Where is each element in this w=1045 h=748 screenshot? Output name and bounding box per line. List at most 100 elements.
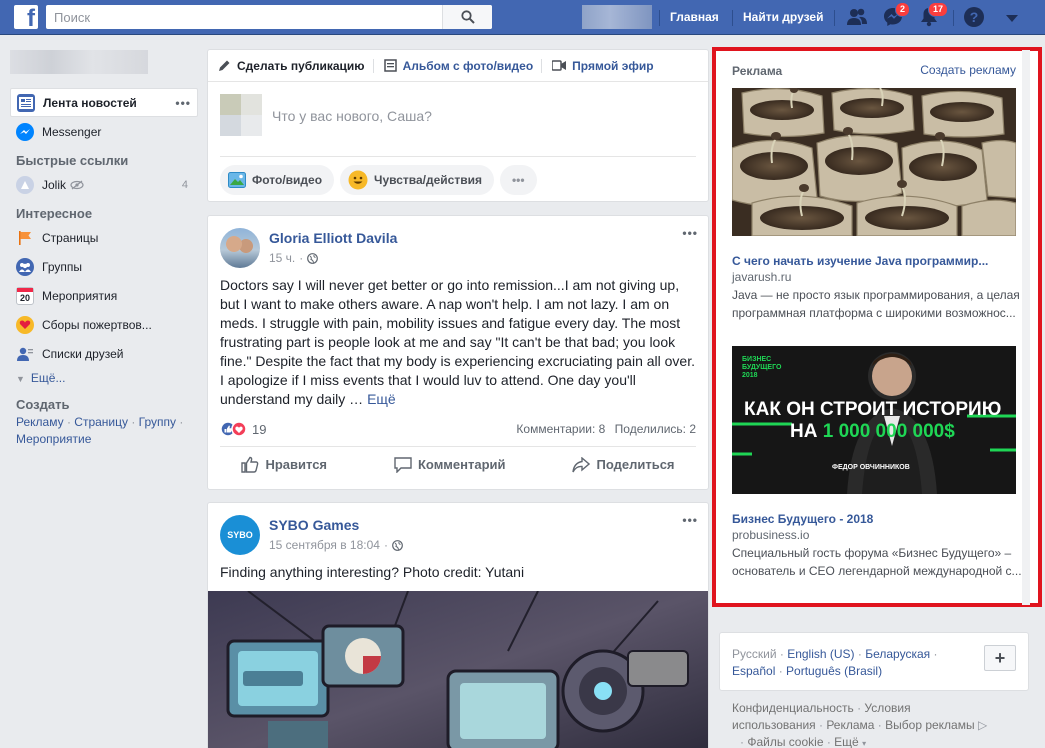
comments-count[interactable]: Комментарии: 8 [516, 422, 605, 436]
nav-separator [953, 10, 954, 26]
user-name-blurred[interactable] [10, 50, 148, 74]
more-composer-options-button[interactable]: ••• [499, 165, 537, 195]
post-options-icon[interactable]: ••• [682, 513, 698, 527]
language-link[interactable]: English (US) [787, 647, 854, 661]
language-link[interactable]: Беларуская [865, 647, 930, 661]
post-author-name[interactable]: SYBO Games [269, 517, 359, 533]
tab-photo-album[interactable]: Альбом с фото/видео [383, 59, 533, 73]
shares-count[interactable]: Поделились: 2 [615, 422, 696, 436]
friend-requests-icon[interactable] [846, 6, 868, 28]
banner-person-name: ФЕДОР ОВЧИННИКОВ [832, 464, 910, 471]
add-language-button[interactable]: + [984, 645, 1016, 671]
ad-image-business-banner[interactable]: БИЗНЕС БУДУЩЕГО 2018 КАК ОН СТРОИТ ИСТОР… [732, 346, 1016, 494]
create-page-link[interactable]: Страницу [74, 415, 128, 429]
footer-link-advertising[interactable]: Реклама [826, 718, 874, 732]
sidebar-item-messenger[interactable]: Messenger [10, 117, 198, 146]
nav-separator [834, 10, 835, 26]
item-count: 4 [181, 178, 188, 191]
divider [220, 156, 696, 157]
share-button[interactable]: Поделиться [572, 456, 675, 473]
create-event-link[interactable]: Мероприятие [16, 432, 91, 446]
post-image[interactable] [208, 591, 708, 748]
nav-find-friends-link[interactable]: Найти друзей [743, 0, 823, 35]
tab-create-post[interactable]: Сделать публикацию [218, 59, 365, 73]
search-button[interactable] [442, 5, 492, 29]
post-options-icon[interactable]: ••• [682, 226, 698, 240]
sidebar-item-groups[interactable]: Группы [10, 252, 198, 281]
post-timestamp[interactable]: 15 сентября в 18:04 · [269, 538, 403, 552]
smiley-icon [348, 170, 368, 190]
language-row: Español · Português (Brasil) [732, 664, 883, 678]
photo-video-button[interactable]: Фото/видео [220, 165, 335, 195]
more-options-icon[interactable]: ••• [175, 96, 191, 110]
ad-domain: javarush.ru [732, 270, 792, 284]
sidebar-item-friend-lists[interactable]: Списки друзей [10, 339, 198, 368]
photo-icon [228, 172, 246, 188]
pencil-icon [219, 60, 230, 71]
search-input[interactable] [46, 5, 446, 29]
messenger-badge: 2 [895, 2, 911, 17]
author-avatar[interactable] [220, 228, 260, 268]
banner-badge: БИЗНЕС БУДУЩЕГО 2018 [742, 356, 782, 379]
news-feed-icon [17, 93, 35, 112]
footer-link-terms-cont[interactable]: использования [732, 718, 816, 732]
create-ad-link[interactable]: Рекламу [16, 415, 64, 429]
sidebar-item-label: Лента новостей [43, 95, 137, 110]
composer-buttons: Фото/видео Чувства/действия ••• [220, 165, 543, 195]
top-navigation-bar: f Главная Найти друзей 2 17 ? [0, 0, 1045, 35]
sidebar-more-link[interactable]: ▼ Ещё... [10, 368, 198, 388]
messenger-icon [16, 122, 34, 141]
hidden-eye-icon [70, 180, 84, 189]
post-composer: Сделать публикацию Альбом с фото/видео П… [207, 49, 709, 202]
ad-title[interactable]: Бизнес Будущего - 2018 [732, 512, 873, 526]
author-avatar[interactable]: SYBO [220, 515, 260, 555]
footer-link-more[interactable]: Ещё [834, 735, 859, 748]
facebook-logo[interactable]: f [14, 5, 38, 31]
footer-link-cookies[interactable]: Файлы cookie [747, 735, 823, 748]
sidebar-item-fundraisers[interactable]: Сборы пожертвов... [10, 310, 198, 339]
account-menu-chevron-icon[interactable] [1001, 8, 1023, 30]
language-selector: Русский · English (US) · Беларуская · Es… [719, 632, 1029, 691]
ad-image-seedlings[interactable] [732, 88, 1016, 236]
ad-domain: probusiness.io [732, 528, 810, 542]
post-author-name[interactable]: Gloria Elliott Davila [269, 230, 397, 246]
feelings-activity-button[interactable]: Чувства/действия [340, 165, 494, 195]
interests-heading: Интересное [16, 206, 93, 221]
more-options-icon: ••• [511, 173, 525, 187]
comment-icon [394, 456, 412, 473]
language-link[interactable]: Español [732, 664, 775, 678]
seedlings-photo [732, 88, 1016, 236]
ads-scrollbar[interactable] [1022, 50, 1030, 605]
nav-separator [732, 10, 733, 26]
composer-input[interactable]: Что у вас нового, Саша? [272, 108, 432, 124]
tab-live-video[interactable]: Прямой эфир [552, 59, 654, 73]
create-group-link[interactable]: Группу [139, 415, 176, 429]
see-more-link[interactable]: Ещё [367, 391, 396, 407]
search-box [46, 5, 492, 29]
flag-icon [16, 229, 34, 247]
language-link[interactable]: Português (Brasil) [786, 664, 882, 678]
chevron-down-icon: ▼ [16, 374, 25, 384]
sidebar-item-label: Jolik [42, 177, 67, 192]
nav-home-link[interactable]: Главная [670, 0, 719, 35]
sidebar-item-events[interactable]: 20 Мероприятия [10, 281, 198, 310]
ad-description: Специальный гость форума «Бизнес Будущег… [732, 546, 1022, 578]
sidebar-item-news-feed[interactable]: Лента новостей ••• [10, 88, 198, 117]
ad-title[interactable]: С чего начать изучение Java программир..… [732, 254, 988, 268]
comment-button[interactable]: Комментарий [394, 456, 506, 473]
reactions-summary[interactable]: 19 [220, 421, 266, 437]
sidebar-item-pages[interactable]: Страницы [10, 223, 198, 252]
create-ad-link[interactable]: Создать рекламу [920, 63, 1016, 77]
sidebar-item-jolik[interactable]: Jolik 4 [10, 170, 198, 199]
like-button[interactable]: Нравится [241, 456, 327, 473]
footer-link-privacy[interactable]: Конфиденциальность [732, 701, 854, 715]
sidebar-item-label: Сборы пожертвов... [42, 317, 152, 332]
footer-link-ad-choices[interactable]: Выбор рекламы [885, 718, 974, 732]
post-timestamp[interactable]: 15 ч. · [269, 251, 319, 265]
left-sidebar: Лента новостей ••• Messenger Быстрые ссы… [10, 50, 198, 448]
profile-avatar-blurred[interactable] [582, 5, 652, 29]
help-icon[interactable]: ? [963, 6, 985, 28]
quick-links-heading: Быстрые ссылки [16, 153, 129, 168]
tab-separator [372, 58, 374, 73]
footer-link-terms[interactable]: Условия [864, 701, 910, 715]
